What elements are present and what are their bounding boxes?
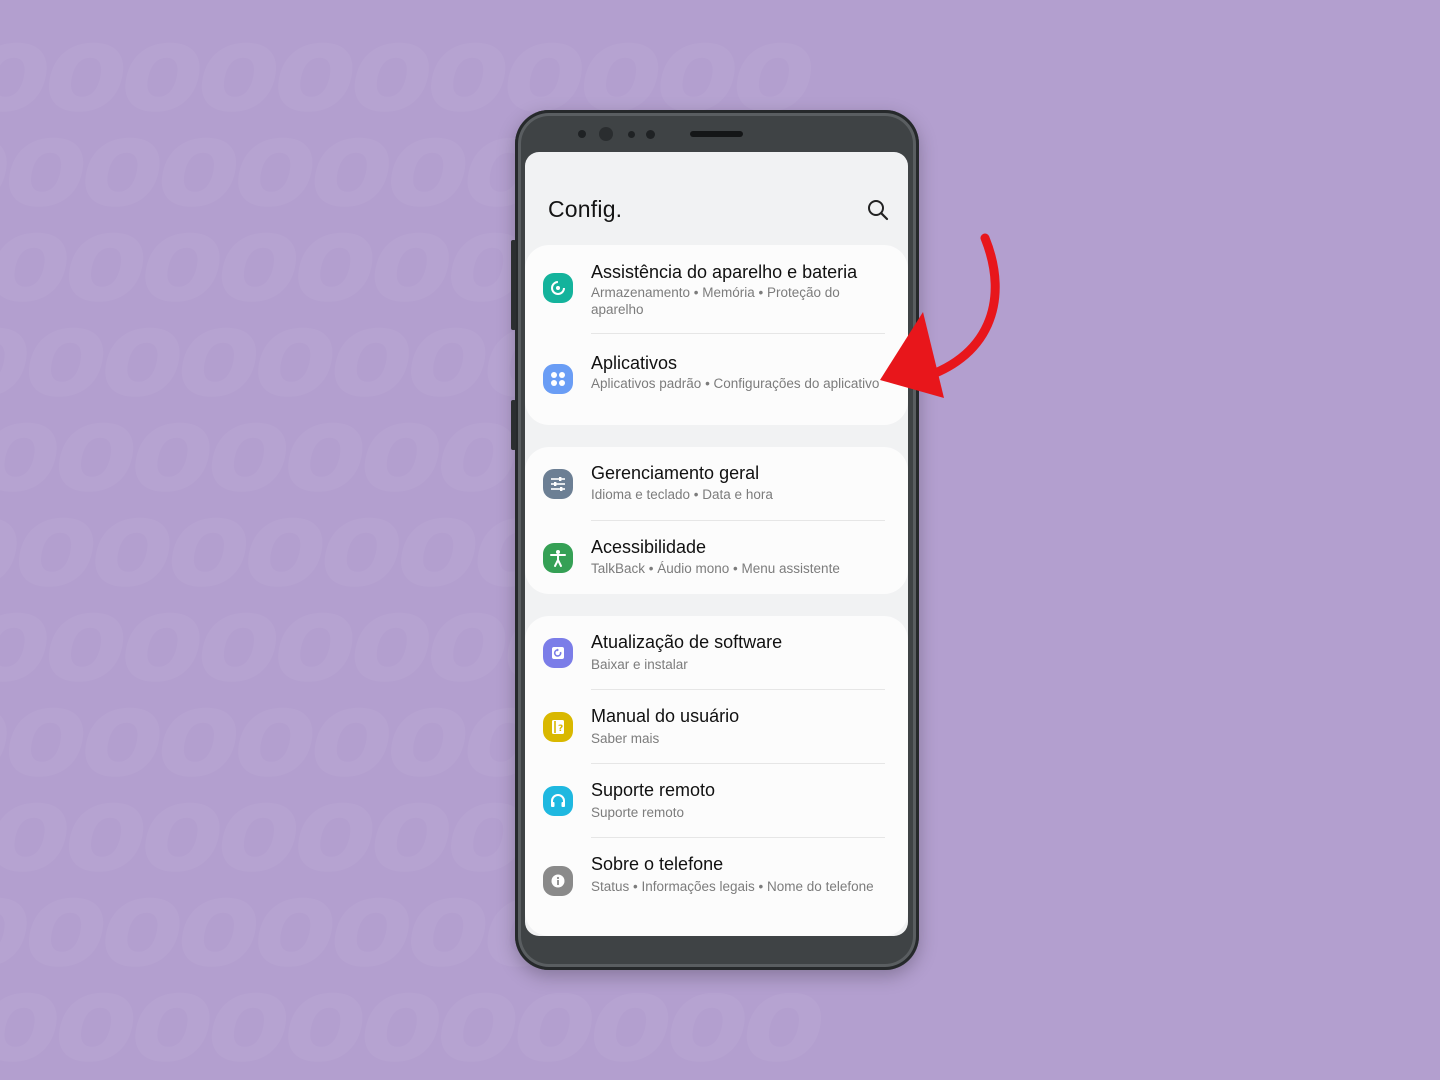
settings-item-apps[interactable]: Aplicativos Aplicativos padrão • Configu… (525, 335, 908, 425)
front-camera (599, 127, 613, 141)
bixby-button (511, 400, 516, 450)
sensor-dot (578, 130, 586, 138)
sliders-icon (543, 469, 573, 499)
item-subtitle: Suporte remoto (591, 805, 685, 820)
item-subtitle: Status • Informações legais • Nome do te… (591, 879, 874, 894)
apps-icon (543, 364, 573, 394)
settings-group-2: Gerenciamento geral Idioma e teclado • D… (525, 447, 908, 594)
item-label: Assistência do aparelho e bateria (591, 262, 858, 282)
item-subtitle: Armazenamento • Memória • Proteção do ap… (591, 285, 840, 317)
settings-item-accessibility[interactable]: Acessibilidade TalkBack • Áudio mono • M… (525, 521, 908, 594)
item-label: Suporte remoto (591, 780, 716, 800)
settings-item-device-care[interactable]: Assistência do aparelho e bateria Armaze… (525, 245, 908, 335)
volume-button (511, 240, 516, 330)
settings-item-user-manual[interactable]: ? Manual do usuário Saber mais (525, 690, 908, 764)
user-manual-icon: ? (543, 712, 573, 742)
sensor-dot (646, 130, 655, 139)
accessibility-icon (543, 543, 573, 573)
software-update-icon (543, 638, 573, 668)
settings-group-3: Atualização de software Baixar e instala… (525, 616, 908, 936)
earpiece-speaker (690, 131, 743, 137)
item-label: Acessibilidade (591, 537, 707, 557)
item-label: Atualização de software (591, 632, 783, 652)
item-label: Sobre o telefone (591, 854, 724, 874)
sensor-dot (628, 131, 635, 138)
device-care-icon (543, 273, 573, 303)
settings-item-software-update[interactable]: Atualização de software Baixar e instala… (525, 616, 908, 690)
item-subtitle: Baixar e instalar (591, 657, 688, 672)
screen-header: Config. (525, 152, 908, 244)
phone-frame: Config. Assistência do aparelho e bateri… (511, 110, 919, 970)
item-subtitle: TalkBack • Áudio mono • Menu assistente (591, 561, 840, 576)
page-title: Config. (548, 196, 623, 222)
item-subtitle: Idioma e teclado • Data e hora (591, 487, 773, 502)
settings-item-remote-support[interactable]: Suporte remoto Suporte remoto (525, 764, 908, 838)
item-label: Manual do usuário (591, 706, 740, 726)
settings-item-about-phone[interactable]: Sobre o telefone Status • Informações le… (525, 838, 908, 936)
search-button[interactable] (866, 198, 890, 222)
settings-item-general-management[interactable]: Gerenciamento geral Idioma e teclado • D… (525, 447, 908, 521)
item-label: Aplicativos (591, 353, 678, 373)
phone-top-bezel (515, 110, 919, 154)
item-label: Gerenciamento geral (591, 463, 760, 483)
headset-icon (543, 786, 573, 816)
search-icon (868, 200, 889, 221)
item-subtitle: Aplicativos padrão • Configurações do ap… (591, 376, 880, 391)
info-icon (543, 866, 573, 896)
settings-group-1: Assistência do aparelho e bateria Armaze… (525, 245, 908, 425)
settings-screen: Config. Assistência do aparelho e bateri… (525, 152, 908, 936)
svg-text:?: ? (558, 724, 563, 734)
item-subtitle: Saber mais (591, 731, 660, 746)
divider (591, 333, 885, 334)
